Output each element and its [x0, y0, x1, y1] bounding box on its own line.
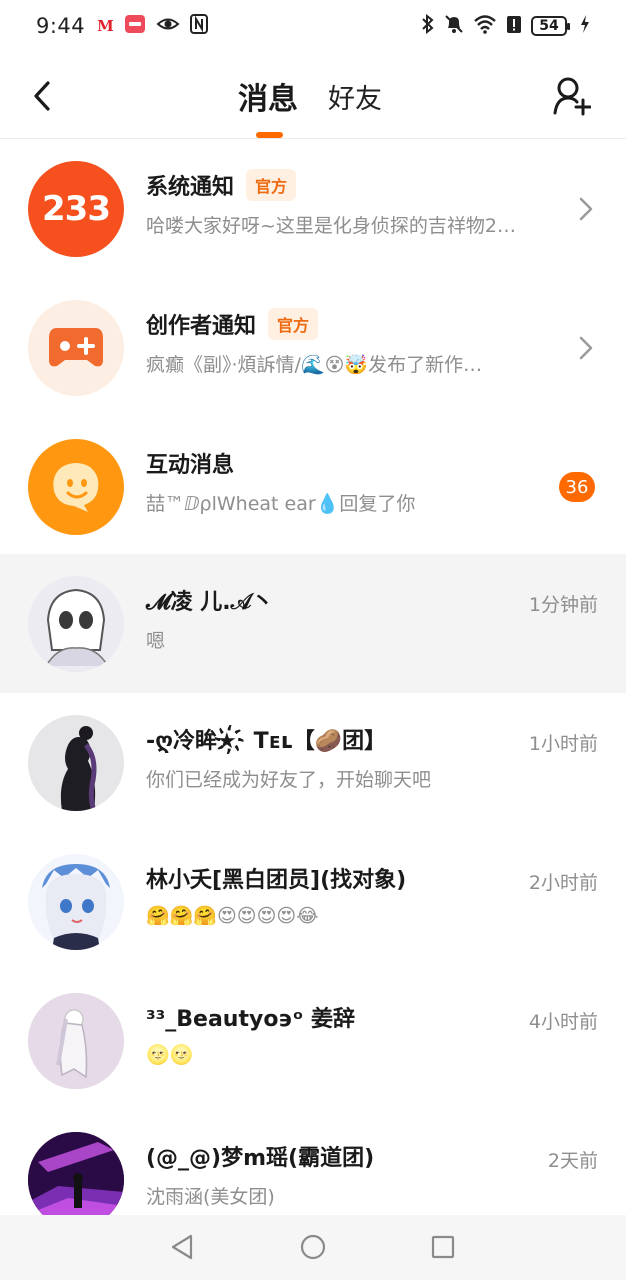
list-item-chat[interactable]: 林小夭[黑白团员](找对象) 🤗🤗🤗😍😍😍😍😂 2小时前 [0, 832, 626, 971]
list-item-system-notice[interactable]: 233 系统通知 官方 哈喽大家好呀~这里是化身侦探的吉祥物2… [0, 139, 626, 278]
conversation-title: 创作者通知 [146, 314, 257, 339]
gamepad-icon [49, 328, 103, 367]
nav-home-button[interactable] [299, 1233, 327, 1261]
tab-active-indicator [256, 132, 283, 138]
title-line: -ღ冷眸★҉ Tᴇʟ【🥔团】 [146, 723, 386, 755]
charging-icon [580, 14, 590, 38]
conversation-preview: 你们已经成为好友了，开始聊天吧 [146, 769, 432, 791]
battery-icon: 54 [531, 16, 570, 36]
title-line: (@_@)梦m瑶(霸道团) [146, 1140, 374, 1172]
conversation-title: 林小夭[黑白团员](找对象) [146, 868, 407, 893]
conversation-preview: 🌝🌝 [146, 1044, 194, 1066]
tab-messages-label: 消息 [238, 82, 298, 117]
list-item-chat[interactable]: ³³_Beautyo϶ᵒ 姜辞 🌝🌝 4小时前 [0, 971, 626, 1110]
anime-avatar-icon [28, 576, 124, 672]
conversation-preview: 喆™ⅅρlWheat ear💧回复了你 [146, 493, 416, 515]
eye-icon [156, 15, 180, 37]
status-left-icons: M [97, 14, 208, 38]
app-red-icon [124, 14, 146, 38]
conversation-preview: 🤗🤗🤗😍😍😍😍😂 [146, 905, 319, 927]
status-bar: 9:44 M 54 [0, 0, 626, 52]
nav-header: 消息 好友 [0, 52, 626, 139]
conversation-title: 互动消息 [146, 453, 235, 478]
title-line: 系统通知 官方 [146, 169, 297, 201]
avatar-233: 233 [28, 161, 124, 257]
conversation-time: 4小时前 [528, 1011, 598, 1033]
list-item-chat[interactable]: 𝓜凌 儿.𝒜丶 嗯 1分钟前 [0, 554, 626, 693]
conversation-time: 1分钟前 [528, 594, 598, 616]
nav-recents-button[interactable] [429, 1233, 457, 1261]
conversation-title: ³³_Beautyo϶ᵒ 姜辞 [146, 1007, 356, 1032]
system-nav-bar [0, 1215, 626, 1280]
chat-bubble-icon [53, 463, 99, 512]
avatar-chat-bubble [28, 439, 124, 535]
doll-avatar-icon [28, 993, 124, 1089]
app-m-icon: M [97, 17, 114, 35]
chevron-right-icon [576, 332, 596, 364]
conversation-time: 2天前 [547, 1150, 598, 1172]
list-item-interactions[interactable]: 互动消息 喆™ⅅρlWheat ear💧回复了你 36 [0, 417, 626, 556]
tab-messages[interactable]: 消息 [238, 74, 298, 138]
status-right-icons: 54 [421, 13, 590, 38]
bluetooth-icon [421, 13, 435, 38]
title-line: 互动消息 [146, 447, 234, 479]
official-badge: 官方 [268, 308, 319, 340]
nfc-icon [189, 14, 208, 38]
avatar [28, 993, 124, 1089]
chevron-right-icon [576, 193, 596, 225]
silhouette-avatar-icon [28, 715, 124, 811]
avatar [28, 715, 124, 811]
circle-home-icon [300, 1234, 326, 1260]
tab-friends[interactable]: 好友 [328, 74, 382, 118]
back-button[interactable] [22, 74, 62, 118]
conversation-preview: 疯癫《副》·煩訴情/🌊😵🤯发布了新作… [146, 354, 483, 376]
official-badge: 官方 [246, 169, 297, 201]
avatar-gamepad [28, 300, 124, 396]
add-friend-button[interactable] [550, 72, 594, 120]
title-line: 𝓜凌 儿.𝒜丶 [146, 584, 273, 616]
conversation-title: 𝓜凌 儿.𝒜丶 [146, 590, 274, 615]
square-recents-icon [431, 1235, 455, 1259]
nav-back-button[interactable] [168, 1233, 196, 1261]
conversation-preview: 嗯 [146, 630, 166, 652]
list-item-creator-notice[interactable]: 创作者通知 官方 疯癫《副》·煩訴情/🌊😵🤯发布了新作… [0, 278, 626, 417]
unread-count-badge: 36 [559, 472, 595, 502]
alert-icon [506, 14, 522, 38]
title-line: 林小夭[黑白团员](找对象) [146, 862, 406, 894]
conversation-title: -ღ冷眸★҉ Tᴇʟ【🥔团】 [146, 729, 387, 754]
conversation-time: 1小时前 [528, 733, 598, 755]
avatar [28, 854, 124, 950]
avatar [28, 1132, 124, 1228]
add-user-icon [553, 77, 591, 116]
mute-icon [444, 14, 464, 38]
wifi-icon [473, 14, 497, 38]
triangle-back-icon [171, 1234, 193, 1260]
conversation-preview: 沈雨涵(美女团) [146, 1186, 275, 1208]
anime-girl-avatar-icon [28, 854, 124, 950]
stage-avatar-icon [28, 1132, 124, 1228]
conversation-time: 2小时前 [528, 872, 598, 894]
tab-friends-label: 好友 [328, 83, 382, 115]
conversation-preview: 哈喽大家好呀~这里是化身侦探的吉祥物2… [146, 215, 517, 237]
title-line: 创作者通知 官方 [146, 308, 319, 340]
avatar [28, 576, 124, 672]
title-line: ³³_Beautyo϶ᵒ 姜辞 [146, 1001, 355, 1033]
conversation-title: (@_@)梦m瑶(霸道团) [146, 1146, 375, 1171]
status-time: 9:44 [36, 14, 86, 38]
list-item-chat[interactable]: -ღ冷眸★҉ Tᴇʟ【🥔团】 你们已经成为好友了，开始聊天吧 1小时前 [0, 693, 626, 832]
conversation-title: 系统通知 [146, 175, 235, 200]
tab-bar: 消息 好友 [238, 74, 382, 138]
chevron-left-icon [34, 81, 50, 111]
avatar-233-text: 233 [42, 189, 111, 229]
